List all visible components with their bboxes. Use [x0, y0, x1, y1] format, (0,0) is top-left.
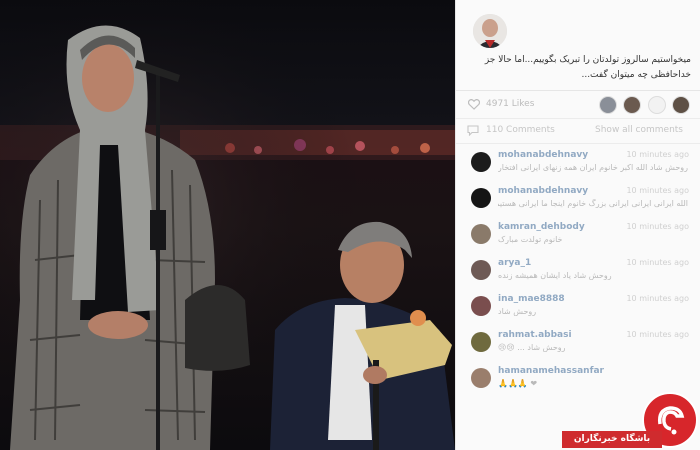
comment-time: 10 minutes ago	[626, 330, 689, 339]
liker-avatar[interactable]	[672, 96, 690, 114]
comment-time: 10 minutes ago	[626, 258, 689, 267]
comment-item: mohanabdehnavy 10 minutes ago روحش شاد ا…	[456, 146, 700, 182]
stage-photo-illustration	[0, 0, 455, 450]
commenter-username[interactable]: mohanabdehnavy	[498, 150, 588, 160]
comment-text: روحش شاد	[498, 307, 537, 316]
comments-summary-row: 110 Comments Show all comments	[456, 119, 700, 144]
comment-item: mohanabdehnavy 10 minutes ago الله ایران…	[456, 182, 700, 218]
comment-time: 10 minutes ago	[626, 222, 689, 231]
likes-row: 4971 Likes	[456, 92, 700, 119]
comments-count: 110 Comments	[486, 125, 555, 135]
comment-text: 🙏🙏🙏 ❤	[498, 379, 538, 388]
commenter-username[interactable]: ina_mae8888	[498, 294, 565, 304]
liker-avatar[interactable]	[648, 96, 666, 114]
liker-avatar[interactable]	[623, 96, 641, 114]
commenter-username[interactable]: mohanabdehnavy	[498, 186, 588, 196]
commenter-username[interactable]: kamran_dehbody	[498, 222, 585, 232]
commenter-avatar[interactable]	[471, 296, 491, 316]
comment-bubble-icon	[467, 125, 479, 136]
watermark-label: باشگاه خبرنگاران	[562, 431, 662, 448]
comment-text: روحش شاد الله اکبر خانوم ایران همه زنهای…	[498, 163, 688, 172]
post-caption: میخواستیم سالروز تولدتان را تبریک بگوییم…	[484, 55, 691, 80]
author-avatar[interactable]	[473, 14, 507, 48]
commenter-username[interactable]: arya_1	[498, 258, 531, 268]
comments-list: mohanabdehnavy 10 minutes ago روحش شاد ا…	[456, 146, 700, 398]
commenter-avatar[interactable]	[471, 188, 491, 208]
comment-time: 10 minutes ago	[626, 150, 689, 159]
commenter-avatar[interactable]	[471, 152, 491, 172]
comment-time: 10 minutes ago	[626, 186, 689, 195]
comment-item: ina_mae8888 10 minutes ago روحش شاد	[456, 290, 700, 326]
commenter-avatar[interactable]	[471, 224, 491, 244]
comment-item: kamran_dehbody 10 minutes ago خانوم تولد…	[456, 218, 700, 254]
heart-icon[interactable]	[468, 99, 480, 110]
post-header: میخواستیم سالروز تولدتان را تبریک بگوییم…	[456, 0, 700, 91]
commenter-avatar[interactable]	[471, 368, 491, 388]
liker-avatar[interactable]	[599, 96, 617, 114]
commenter-avatar[interactable]	[471, 332, 491, 352]
comment-item: arya_1 10 minutes ago روحش شاد یاد ایشان…	[456, 254, 700, 290]
comment-text: خانوم تولدت مبارک	[498, 235, 563, 244]
comment-text: الله ایرانی ایرانی ایرانی بزرگ خانوم این…	[498, 199, 688, 208]
comment-text: روحش شاد ... 😢😢	[498, 343, 566, 352]
commenter-username[interactable]: hamanamehassanfar	[498, 366, 604, 376]
comment-item: rahmat.abbasi 10 minutes ago روحش شاد ..…	[456, 326, 700, 362]
comment-text: روحش شاد یاد ایشان همیشه زنده	[498, 271, 612, 280]
post-side-panel: میخواستیم سالروز تولدتان را تبریک بگوییم…	[455, 0, 700, 450]
post-photo	[0, 0, 455, 450]
commenter-avatar[interactable]	[471, 260, 491, 280]
comment-time: 10 minutes ago	[626, 294, 689, 303]
likes-count[interactable]: 4971 Likes	[486, 99, 534, 109]
show-all-comments-link[interactable]: Show all comments	[595, 125, 683, 135]
commenter-username[interactable]: rahmat.abbasi	[498, 330, 572, 340]
